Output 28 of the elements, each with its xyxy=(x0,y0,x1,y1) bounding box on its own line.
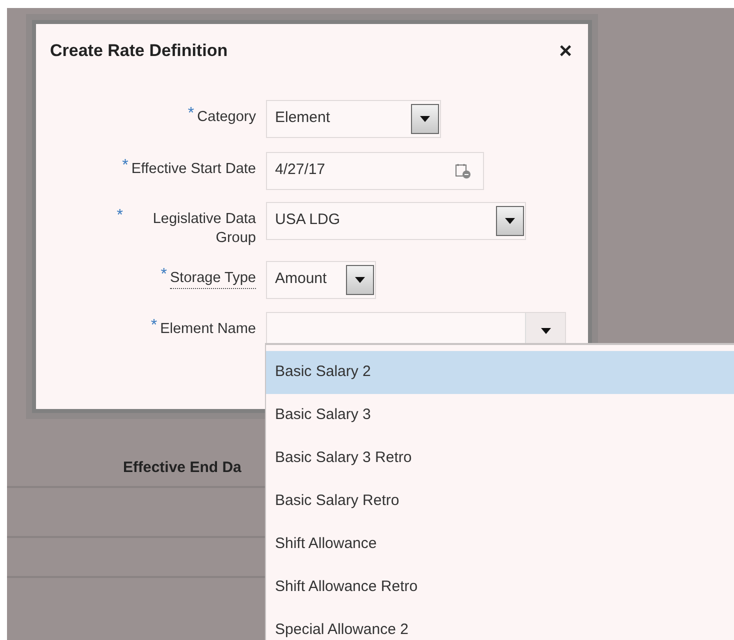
field-label: Category xyxy=(197,108,256,126)
list-option[interactable]: Shift Allowance Retro xyxy=(266,566,734,609)
select-value: Element xyxy=(275,108,330,128)
select-field[interactable]: Amount xyxy=(266,260,376,298)
required-mark: * xyxy=(116,210,123,222)
column-label: Effective End Da xyxy=(123,458,242,478)
list-option[interactable]: Shift Allowance xyxy=(266,523,734,566)
required-mark: * xyxy=(160,268,167,280)
date-field[interactable]: 4/27/17 xyxy=(266,152,484,190)
dialog-title: Create Rate Definition xyxy=(50,40,228,62)
required-mark: * xyxy=(150,320,158,332)
required-mark: * xyxy=(188,108,194,120)
required-mark: * xyxy=(122,160,128,172)
close-button[interactable]: × xyxy=(559,40,572,62)
date-value: 4/27/17 xyxy=(275,160,326,180)
select-value: Amount xyxy=(275,269,327,290)
select-value: USA LDG xyxy=(275,210,340,230)
field-label: Effective Start Date xyxy=(131,160,256,178)
field-label: Legislative Data Group xyxy=(152,210,256,248)
field-label: Element Name xyxy=(160,320,256,338)
list-option[interactable]: Basic Salary 2 xyxy=(266,351,734,394)
list-option[interactable]: Basic Salary 3 xyxy=(266,394,734,437)
list-option[interactable]: Basic Salary Retro xyxy=(266,480,734,523)
list-option[interactable]: Special Allowance 2 xyxy=(266,609,734,640)
field-label: Storage Type xyxy=(170,268,256,288)
list-option[interactable]: Basic Salary 3 Retro xyxy=(266,437,734,480)
select-field[interactable]: USA LDG xyxy=(266,202,526,240)
select-field[interactable]: Element xyxy=(266,100,441,138)
